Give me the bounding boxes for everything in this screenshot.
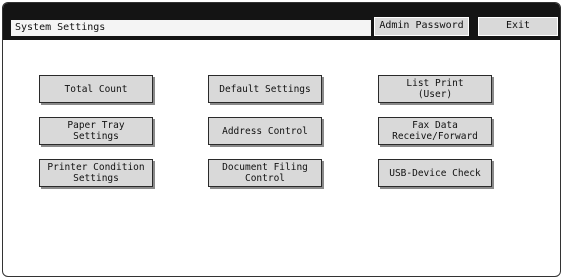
admin-password-label: Admin Password [379, 20, 464, 31]
title-bar: System Settings Admin Password Exit [3, 3, 560, 40]
exit-label: Exit [505, 20, 531, 31]
total-count-button[interactable]: Total Count [39, 75, 153, 103]
fax-data-receive-forward-button[interactable]: Fax Data Receive/Forward [378, 117, 492, 145]
default-settings-button[interactable]: Default Settings [208, 75, 322, 103]
usb-device-check-button[interactable]: USB-Device Check [378, 159, 492, 187]
list-print-user-button[interactable]: List Print (User) [378, 75, 492, 103]
paper-tray-settings-button[interactable]: Paper Tray Settings [39, 117, 153, 145]
page-title: System Settings [11, 20, 110, 36]
document-filing-control-button[interactable]: Document Filing Control [208, 159, 322, 187]
printer-condition-settings-button[interactable]: Printer Condition Settings [39, 159, 153, 187]
system-settings-window: System Settings Admin Password Exit Tota… [2, 2, 561, 277]
address-control-button[interactable]: Address Control [208, 117, 322, 145]
admin-password-button[interactable]: Admin Password [374, 17, 469, 36]
exit-button[interactable]: Exit [478, 17, 558, 36]
